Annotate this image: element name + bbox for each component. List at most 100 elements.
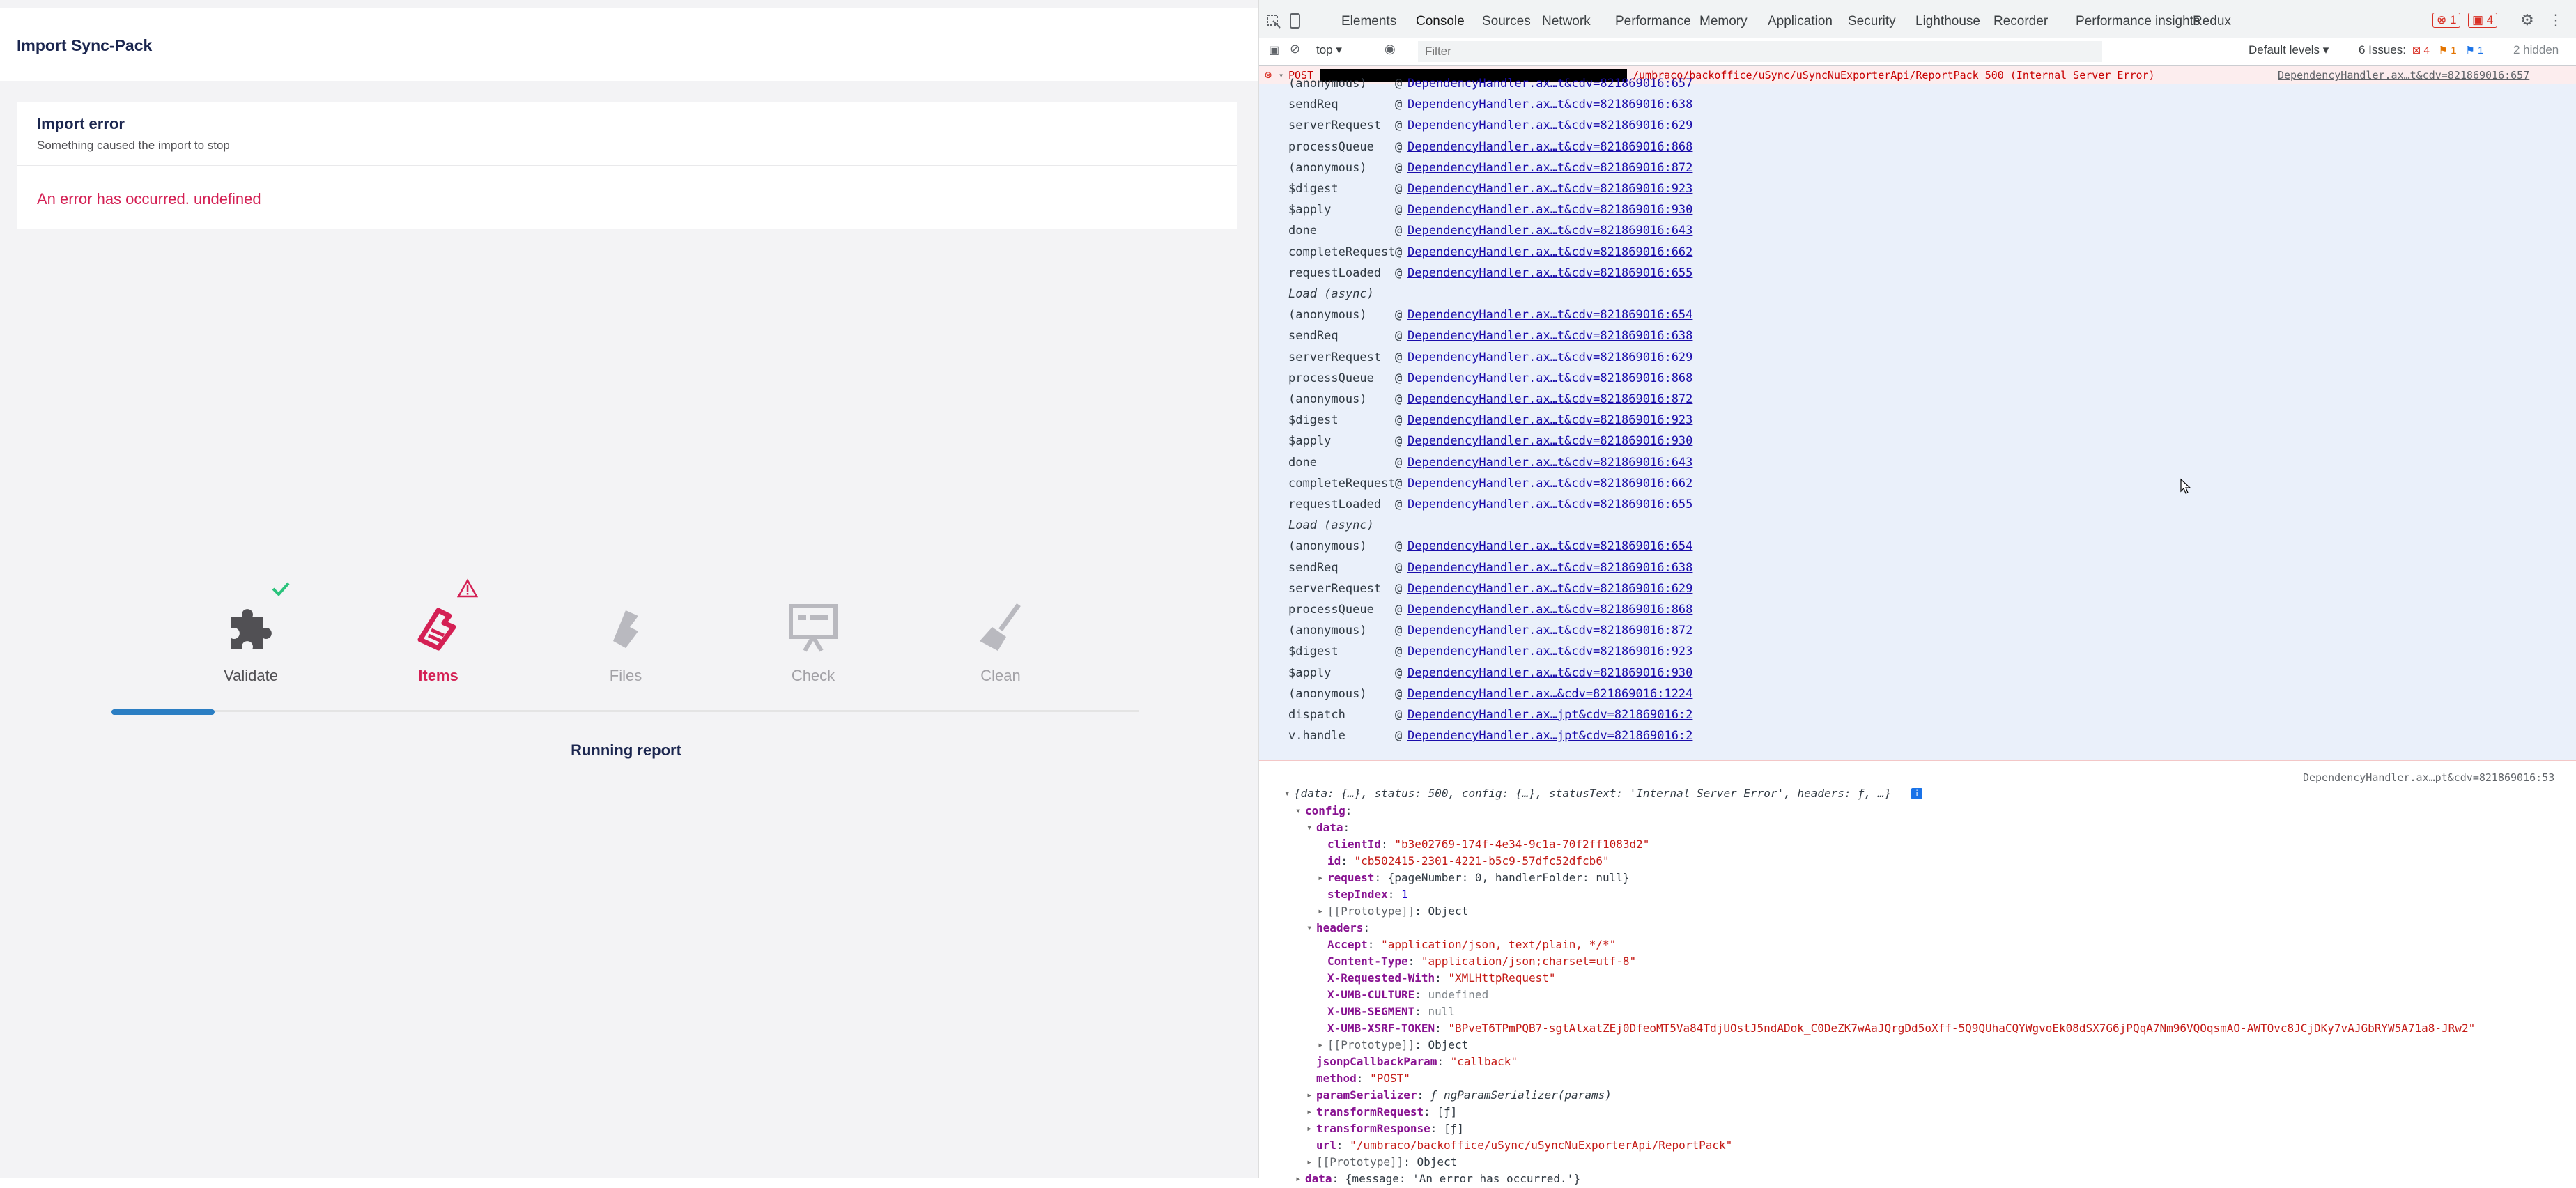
- progress-bar: [111, 709, 215, 715]
- frame-source-link[interactable]: DependencyHandler.ax…t&cdv=821869016:643: [1407, 454, 1692, 472]
- colon: :: [1417, 1088, 1430, 1102]
- frame-source-link[interactable]: DependencyHandler.ax…t&cdv=821869016:872: [1407, 622, 1692, 640]
- tab-performance[interactable]: Performance: [1615, 14, 1691, 29]
- frame-function: $apply: [1288, 203, 1332, 217]
- at-sign: @: [1395, 371, 1403, 385]
- frame-source-link[interactable]: DependencyHandler.ax…t&cdv=821869016:930: [1407, 201, 1692, 219]
- frame-source-link[interactable]: DependencyHandler.ax…t&cdv=821869016:657: [1407, 75, 1692, 93]
- step-label: Clean: [980, 667, 1021, 684]
- filter-input[interactable]: [1418, 41, 2102, 62]
- object-property-row[interactable]: ▾ config:: [1259, 802, 2576, 820]
- object-property-row[interactable]: ▸ request: {pageNumber: 0, handlerFolder:…: [1259, 869, 2576, 887]
- tab-lighthouse[interactable]: Lighthouse: [1915, 14, 1980, 29]
- sidebar-toggle-icon[interactable]: ▣: [1269, 43, 1279, 57]
- frame-source-link[interactable]: DependencyHandler.ax…t&cdv=821869016:662: [1407, 475, 1692, 493]
- frame-source-link[interactable]: DependencyHandler.ax…t&cdv=821869016:638: [1407, 559, 1692, 577]
- frame-source-link[interactable]: DependencyHandler.ax…t&cdv=821869016:654: [1407, 537, 1692, 555]
- frame-source-link[interactable]: DependencyHandler.ax…t&cdv=821869016:629: [1407, 580, 1692, 598]
- expand-arrow-icon[interactable]: ▸: [1306, 1086, 1312, 1104]
- inspect-element-icon[interactable]: [1266, 14, 1281, 29]
- frame-source-link[interactable]: DependencyHandler.ax…t&cdv=821869016:930: [1407, 432, 1692, 450]
- frame-source-link[interactable]: DependencyHandler.ax…t&cdv=821869016:638: [1407, 327, 1692, 345]
- object-property-row[interactable]: ▸ transformRequest: [ƒ]: [1259, 1103, 2576, 1121]
- tab-console[interactable]: Console: [1412, 14, 1469, 41]
- frame-function: sendReq: [1288, 560, 1339, 575]
- frame-source-link[interactable]: DependencyHandler.ax…t&cdv=821869016:872: [1407, 159, 1692, 177]
- frame-source-link[interactable]: DependencyHandler.ax…t&cdv=821869016:662: [1407, 243, 1692, 261]
- object-property-row[interactable]: ▸ [[Prototype]]: Object: [1259, 902, 2576, 920]
- device-toolbar-icon[interactable]: [1287, 13, 1302, 29]
- log-levels-dropdown[interactable]: Default levels ▾: [2249, 43, 2329, 57]
- clear-console-icon[interactable]: ⊘: [1290, 42, 1300, 56]
- object-summary-row[interactable]: ▾ {data: {…}, status: 500, config: {…}, …: [1259, 785, 2576, 803]
- property-value: "b3e02769-174f-4e34-9c1a-70f2ff1083d2": [1394, 838, 1650, 851]
- more-options-icon[interactable]: ⋮: [2548, 11, 2563, 29]
- issues-warnings: 1: [2451, 45, 2457, 56]
- frame-source-link[interactable]: DependencyHandler.ax…t&cdv=821869016:629: [1407, 348, 1692, 367]
- frame-source-link[interactable]: DependencyHandler.ax…t&cdv=821869016:923: [1407, 180, 1692, 198]
- stack-frame: $digest @ DependencyHandler.ax…t&cdv=82186…: [1259, 642, 2576, 661]
- object-property-row[interactable]: ▸ [[Prototype]]: Object: [1259, 1153, 2576, 1171]
- tab-memory[interactable]: Memory: [1699, 14, 1748, 29]
- frame-source-link[interactable]: DependencyHandler.ax…t&cdv=821869016:930: [1407, 664, 1692, 682]
- expand-arrow-icon[interactable]: ▸: [1306, 1103, 1312, 1121]
- at-sign: @: [1395, 686, 1403, 701]
- tab-performance-insights[interactable]: Performance insights: [2076, 14, 2200, 29]
- expand-arrow-icon[interactable]: ▸: [1318, 902, 1323, 920]
- tab-network[interactable]: Network: [1542, 14, 1591, 29]
- frame-function: completeRequest: [1288, 476, 1396, 491]
- tab-sources[interactable]: Sources: [1482, 14, 1531, 29]
- live-expression-icon[interactable]: ◉: [1385, 42, 1396, 56]
- property-value: "application/json;charset=utf-8": [1421, 955, 1637, 968]
- error-count-badge[interactable]: ⊗ 1: [2432, 13, 2461, 28]
- frame-source-link[interactable]: DependencyHandler.ax…jpt&cdv=821869016:2: [1407, 727, 1692, 745]
- frame-function: v.handle: [1288, 729, 1345, 743]
- frame-source-link[interactable]: DependencyHandler.ax…jpt&cdv=821869016:2: [1407, 706, 1692, 724]
- issues-button[interactable]: 6 Issues: ⊠ 4 ⚑ 1 ⚑ 1: [2359, 43, 2486, 57]
- object-property-row[interactable]: ▸ paramSerializer: ƒ ngParamSerializer(pa…: [1259, 1086, 2576, 1104]
- expand-arrow-icon[interactable]: ▸: [1318, 869, 1323, 887]
- at-sign: @: [1395, 265, 1403, 280]
- frame-source-link[interactable]: DependencyHandler.ax…t&cdv=821869016:872: [1407, 390, 1692, 408]
- collapse-arrow-icon[interactable]: ▾: [1306, 919, 1312, 937]
- at-sign: @: [1395, 603, 1403, 617]
- object-property-row[interactable]: ▾ headers:: [1259, 919, 2576, 937]
- frame-source-link[interactable]: DependencyHandler.ax…t&cdv=821869016:654: [1407, 306, 1692, 324]
- property: data:: [1316, 819, 1350, 837]
- colon: :: [1381, 838, 1395, 851]
- collapse-arrow-icon[interactable]: ▾: [1306, 819, 1312, 837]
- frame-source-link[interactable]: DependencyHandler.ax…t&cdv=821869016:638: [1407, 95, 1692, 114]
- tab-recorder[interactable]: Recorder: [1993, 14, 2048, 29]
- expand-arrow-icon[interactable]: ▸: [1306, 1120, 1312, 1138]
- expand-arrow-icon[interactable]: ▸: [1295, 1170, 1301, 1188]
- frame-source-link[interactable]: DependencyHandler.ax…t&cdv=821869016:923: [1407, 642, 1692, 661]
- warning-count-badge[interactable]: ▣ 4: [2468, 13, 2498, 28]
- collapse-arrow-icon[interactable]: ▾: [1295, 802, 1301, 820]
- info-icon[interactable]: i: [1911, 788, 1922, 799]
- expand-arrow-icon[interactable]: ▸: [1306, 1153, 1312, 1171]
- frame-source-link[interactable]: DependencyHandler.ax…t&cdv=821869016:643: [1407, 222, 1692, 240]
- frame-source-link[interactable]: DependencyHandler.ax…t&cdv=821869016:655: [1407, 264, 1692, 282]
- expand-arrow-icon[interactable]: ▸: [1318, 1036, 1323, 1054]
- object-property-row[interactable]: ▾ data:: [1259, 819, 2576, 837]
- settings-icon[interactable]: ⚙: [2520, 11, 2534, 29]
- object-property-row[interactable]: ▸ transformResponse: [ƒ]: [1259, 1120, 2576, 1138]
- tab-redux[interactable]: Redux: [2193, 14, 2231, 29]
- frame-source-link[interactable]: DependencyHandler.ax…t&cdv=821869016:655: [1407, 495, 1692, 514]
- colon: :: [1414, 988, 1428, 1001]
- property-key: paramSerializer: [1316, 1088, 1417, 1102]
- object-summary: {data: {…}, status: 500, config: {…}, st…: [1294, 787, 1892, 800]
- tab-application[interactable]: Application: [1768, 14, 1833, 29]
- frame-source-link[interactable]: DependencyHandler.ax…t&cdv=821869016:868: [1407, 369, 1692, 387]
- expand-arrow-icon[interactable]: ▾: [1284, 785, 1290, 803]
- object-property-row[interactable]: ▸ data: {message: 'An error has occurred.…: [1259, 1170, 2576, 1188]
- tab-security[interactable]: Security: [1848, 14, 1896, 29]
- frame-source-link[interactable]: DependencyHandler.ax…t&cdv=821869016:629: [1407, 116, 1692, 134]
- frame-source-link[interactable]: DependencyHandler.ax…t&cdv=821869016:868: [1407, 601, 1692, 619]
- tab-elements[interactable]: Elements: [1341, 14, 1396, 29]
- context-select[interactable]: top ▾: [1316, 43, 1342, 57]
- object-property-row[interactable]: ▸ [[Prototype]]: Object: [1259, 1036, 2576, 1054]
- frame-source-link[interactable]: DependencyHandler.ax…t&cdv=821869016:868: [1407, 138, 1692, 156]
- frame-source-link[interactable]: DependencyHandler.ax…t&cdv=821869016:923: [1407, 411, 1692, 429]
- frame-source-link[interactable]: DependencyHandler.ax…&cdv=821869016:1224: [1407, 685, 1692, 703]
